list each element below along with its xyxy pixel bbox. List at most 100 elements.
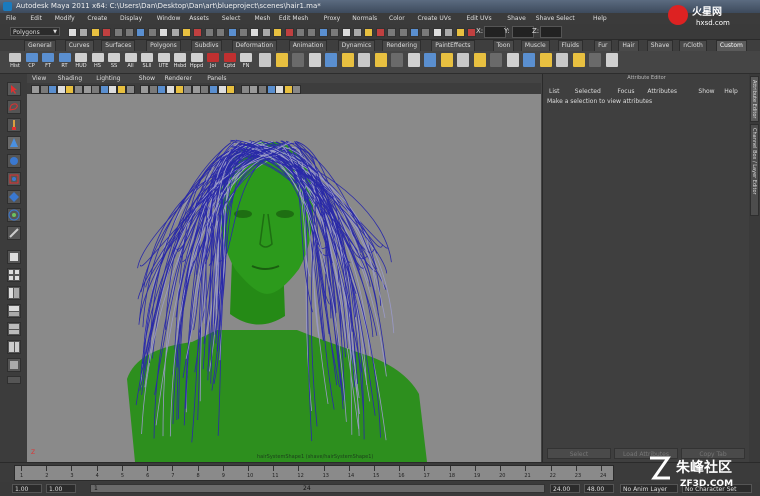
- tab-painteffects[interactable]: PaintEffects: [431, 40, 475, 51]
- status-tool-icon[interactable]: [432, 28, 442, 37]
- attr-menu-help[interactable]: Help: [724, 88, 738, 95]
- menu-item-proxy[interactable]: Proxy: [324, 15, 340, 22]
- tab-general[interactable]: General: [24, 40, 56, 51]
- tab-fluids[interactable]: Fluids: [557, 40, 584, 51]
- shelf-button-hist[interactable]: Hist: [8, 53, 22, 71]
- menu-set-dropdown[interactable]: Polygons ▼: [10, 27, 60, 36]
- shelf-tool-icon[interactable]: [341, 53, 355, 71]
- shelf-button-cp[interactable]: CP: [25, 53, 39, 71]
- range-slider[interactable]: 1 24: [90, 484, 545, 493]
- tab-ncloth[interactable]: nCloth: [679, 40, 707, 51]
- shelf-button-hppd[interactable]: Hppd: [190, 53, 204, 71]
- tab-animation[interactable]: Animation: [288, 40, 328, 51]
- shelf-tool-icon[interactable]: [308, 53, 322, 71]
- shelf-tool-icon[interactable]: [324, 53, 338, 71]
- tab-curves[interactable]: Curves: [64, 40, 94, 51]
- menu-item-assets[interactable]: Assets: [189, 15, 209, 22]
- end-time-field[interactable]: 48.00: [584, 484, 614, 493]
- tab-muscle[interactable]: Muscle: [520, 40, 550, 51]
- status-tool-icon[interactable]: [296, 28, 305, 37]
- attr-menu-show[interactable]: Show: [698, 88, 714, 95]
- menu-item-create-uvs[interactable]: Create UVs: [418, 15, 451, 22]
- status-tool-icon[interactable]: [227, 28, 237, 37]
- menu-item-shave-select[interactable]: Shave Select: [536, 15, 575, 22]
- playback-start-field[interactable]: 1.00: [46, 484, 76, 493]
- layout-uv-icon[interactable]: [7, 340, 21, 354]
- status-tool-icon[interactable]: [307, 28, 317, 37]
- attr-menu-list[interactable]: List: [549, 88, 560, 95]
- playback-end-field[interactable]: 24.00: [550, 484, 580, 493]
- show-manipulator-icon[interactable]: [7, 226, 21, 240]
- tab-shave[interactable]: Shave: [646, 40, 674, 51]
- shelf-tool-icon[interactable]: [522, 53, 536, 71]
- tab-deformation[interactable]: Deformation: [231, 40, 278, 51]
- coord-y-field[interactable]: [512, 26, 534, 38]
- status-tool-icon[interactable]: [330, 28, 340, 37]
- status-tool-icon[interactable]: [159, 28, 169, 37]
- status-tool-icon[interactable]: [90, 28, 100, 37]
- viewport-3d[interactable]: Z hairSystemShape1 (shave/hairSystemShap…: [27, 94, 541, 462]
- shelf-tool-icon[interactable]: [473, 53, 487, 71]
- scale-tool-icon[interactable]: [7, 172, 21, 186]
- status-tool-icon[interactable]: [102, 28, 112, 37]
- layout-custom-icon[interactable]: [7, 358, 21, 372]
- status-tool-icon[interactable]: [318, 28, 328, 37]
- shelf-tool-icon[interactable]: [374, 53, 388, 71]
- lasso-tool-icon[interactable]: [7, 100, 21, 114]
- status-tool-icon[interactable]: [467, 28, 476, 37]
- shelf-tool-icon[interactable]: [423, 53, 437, 71]
- shelf-button-ute[interactable]: UTE: [157, 53, 171, 71]
- select-button[interactable]: Select: [547, 448, 611, 459]
- menu-item-edit[interactable]: Edit: [30, 15, 42, 22]
- panel-tool-icon[interactable]: [226, 85, 236, 94]
- shelf-button-slii[interactable]: SLII: [140, 53, 154, 71]
- coord-x-field[interactable]: [484, 26, 506, 38]
- shelf-tool-icon[interactable]: [539, 53, 553, 71]
- tab-toon[interactable]: Toon: [492, 40, 515, 51]
- status-tool-icon[interactable]: [182, 28, 191, 37]
- attr-menu-focus[interactable]: Focus: [617, 88, 634, 95]
- shelf-button-fn[interactable]: FN: [239, 53, 253, 71]
- menu-item-create[interactable]: Create: [87, 15, 107, 22]
- shelf-tool-icon[interactable]: [572, 53, 586, 71]
- status-tool-icon[interactable]: [193, 28, 203, 37]
- tab-dynamics[interactable]: Dynamics: [337, 40, 376, 51]
- shelf-tool-icon[interactable]: [357, 53, 371, 71]
- shelf-tool-icon[interactable]: [440, 53, 454, 71]
- move-tool-icon[interactable]: [7, 136, 21, 150]
- status-tool-icon[interactable]: [147, 28, 157, 37]
- status-tool-icon[interactable]: [353, 28, 362, 37]
- status-tool-icon[interactable]: [204, 28, 214, 37]
- panel-menu-panels[interactable]: Panels: [207, 75, 226, 82]
- status-tool-icon[interactable]: [273, 28, 283, 37]
- shelf-tool-icon[interactable]: [506, 53, 520, 71]
- status-tool-icon[interactable]: [364, 28, 374, 37]
- tab-rendering[interactable]: Rendering: [382, 40, 422, 51]
- tab-surfaces[interactable]: Surfaces: [101, 40, 136, 51]
- status-tool-icon[interactable]: [455, 28, 465, 37]
- status-tool-icon[interactable]: [113, 28, 123, 37]
- menu-item-edit-uvs[interactable]: Edit UVs: [467, 15, 492, 22]
- tab-fur[interactable]: Fur: [594, 40, 612, 51]
- shelf-tool-icon[interactable]: [407, 53, 421, 71]
- shelf-tool-icon[interactable]: [489, 53, 503, 71]
- layout-graph-icon[interactable]: [7, 304, 21, 318]
- attr-menu-selected[interactable]: Selected: [575, 88, 601, 95]
- status-tool-icon[interactable]: [387, 28, 397, 37]
- status-tool-icon[interactable]: [398, 28, 408, 37]
- status-tool-icon[interactable]: [444, 28, 454, 37]
- manipulator-tool-icon[interactable]: [7, 190, 21, 204]
- shelf-button-ft[interactable]: FT: [41, 53, 55, 71]
- shelf-tool-icon[interactable]: [555, 53, 569, 71]
- shelf-button-hud[interactable]: HUD: [74, 53, 88, 71]
- status-tool-icon[interactable]: [125, 28, 134, 37]
- panel-menu-show[interactable]: Show: [139, 75, 155, 82]
- status-tool-icon[interactable]: [170, 28, 180, 37]
- status-tool-icon[interactable]: [421, 28, 431, 37]
- status-tool-icon[interactable]: [250, 28, 260, 37]
- shelf-tool-icon[interactable]: [605, 53, 619, 71]
- shelf-tool-icon[interactable]: [291, 53, 305, 71]
- menu-item-mesh[interactable]: Mesh: [255, 15, 271, 22]
- paint-select-tool-icon[interactable]: [7, 118, 21, 132]
- tab-attribute-editor[interactable]: Attribute Editor: [750, 76, 759, 122]
